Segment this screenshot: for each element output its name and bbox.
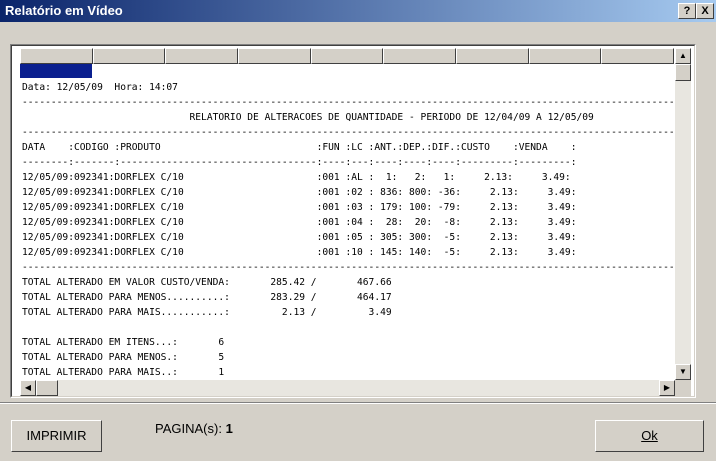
print-button[interactable]: IMPRIMIR	[11, 420, 102, 452]
vertical-scroll-thumb[interactable]	[675, 64, 691, 81]
report-blank-line	[22, 320, 674, 335]
horizontal-scrollbar[interactable]: ◀ ▶	[20, 380, 675, 396]
report-column-header: DATA :CODIGO :PRODUTO :FUN :LC :ANT.:DEP…	[22, 142, 577, 153]
ruler-cell	[456, 48, 529, 64]
help-button[interactable]: ?	[678, 3, 696, 19]
report-total-line: TOTAL ALTERADO PARA MENOS..........: 283…	[22, 292, 392, 303]
page-count-label: PAGINA(s):	[155, 421, 222, 436]
report-separator: ----------------------------------------…	[22, 262, 674, 273]
report-separator: ----------------------------------------…	[22, 97, 674, 108]
report-total-line: TOTAL ALTERADO PARA MENOS.: 5	[22, 352, 225, 363]
ruler-cell	[165, 48, 239, 64]
ruler-cell	[528, 48, 602, 64]
ok-button[interactable]: Ok	[595, 420, 704, 452]
report-total-line: TOTAL ALTERADO EM ITENS...: 6	[22, 337, 225, 348]
footer-divider	[0, 402, 716, 404]
report-title: RELATORIO DE ALTERACOES DE QUANTIDADE - …	[22, 112, 594, 123]
report-separator: ----------------------------------------…	[22, 127, 674, 138]
title-bar[interactable]: Relatório em Vídeo ? X	[0, 0, 716, 22]
horizontal-scroll-thumb[interactable]	[36, 380, 58, 396]
vertical-scrollbar[interactable]: ▲ ▼	[675, 48, 691, 380]
ruler-cell	[20, 48, 93, 64]
scroll-left-icon[interactable]: ◀	[20, 380, 36, 396]
report-total-line: TOTAL ALTERADO EM VALOR CUSTO/VENDA: 285…	[22, 277, 392, 288]
report-row: 12/05/09:092341:DORFLEX C/10 :001 :AL : …	[22, 172, 571, 183]
ruler-cell	[310, 48, 384, 64]
close-button[interactable]: X	[696, 3, 714, 19]
scrollbar-corner	[675, 380, 691, 396]
report-text-area[interactable]: Data: 12/05/09 Hora: 14:07 -------------…	[22, 80, 674, 380]
window-title: Relatório em Vídeo	[5, 3, 123, 18]
report-row: 12/05/09:092341:DORFLEX C/10 :001 :04 : …	[22, 217, 577, 228]
report-row: 12/05/09:092341:DORFLEX C/10 :001 :03 : …	[22, 202, 577, 213]
selection-block	[20, 64, 92, 78]
page-count-value: 1	[225, 421, 233, 436]
ruler-cell	[383, 48, 457, 64]
ruler-cell	[601, 48, 675, 64]
report-row: 12/05/09:092341:DORFLEX C/10 :001 :10 : …	[22, 247, 577, 258]
scroll-right-icon[interactable]: ▶	[659, 380, 675, 396]
ruler-cell	[238, 48, 311, 64]
report-total-line: TOTAL ALTERADO PARA MAIS...........: 2.1…	[22, 307, 392, 318]
report-column-separator: --------:-------:-----------------------…	[22, 157, 577, 168]
report-row: 12/05/09:092341:DORFLEX C/10 :001 :05 : …	[22, 232, 577, 243]
column-ruler	[20, 48, 675, 64]
scroll-down-icon[interactable]: ▼	[675, 364, 691, 380]
report-total-line: TOTAL ALTERADO PARA MAIS..: 1	[22, 367, 225, 378]
scroll-up-icon[interactable]: ▲	[675, 48, 691, 64]
report-row: 12/05/09:092341:DORFLEX C/10 :001 :02 : …	[22, 187, 577, 198]
report-date-line: Data: 12/05/09 Hora: 14:07	[22, 82, 178, 93]
page-count: PAGINA(s): 1	[155, 421, 233, 436]
ruler-cell	[92, 48, 166, 64]
